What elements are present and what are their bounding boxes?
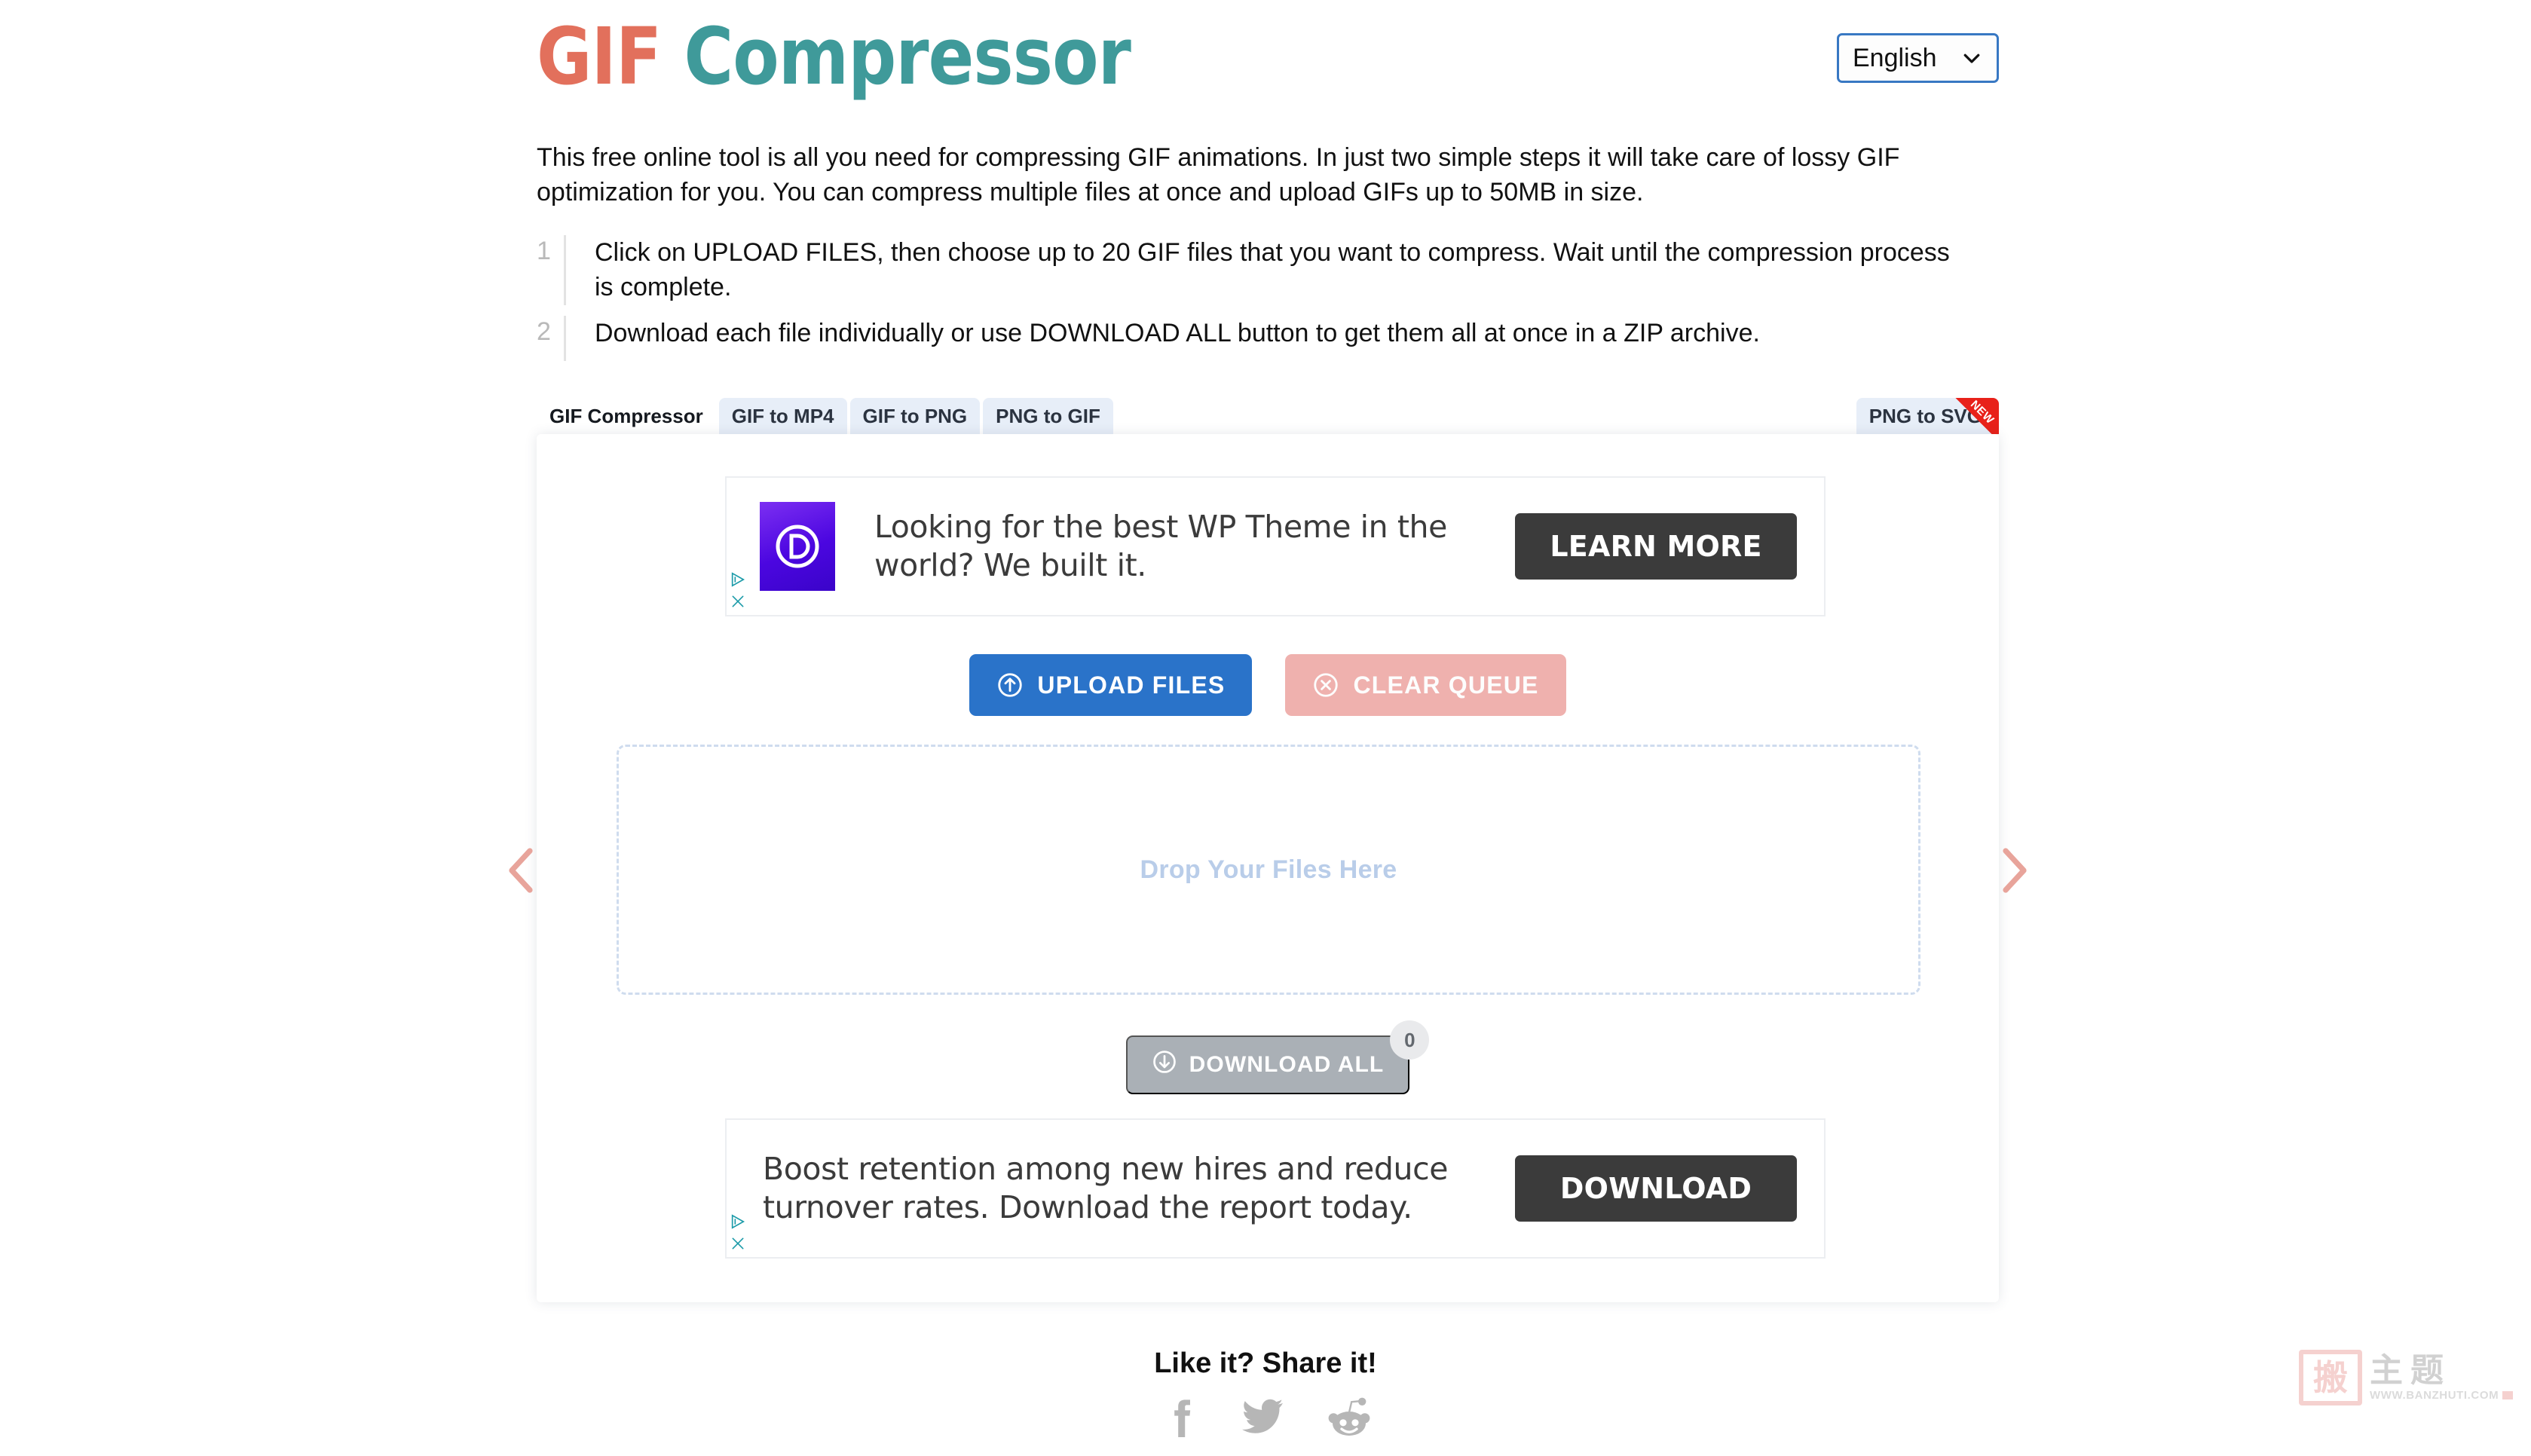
clear-queue-button[interactable]: CLEAR QUEUE	[1285, 654, 1566, 716]
steps-list: 1 Click on UPLOAD FILES, then choose up …	[537, 235, 1969, 372]
tab-group-left: GIF Compressor GIF to MP4 GIF to PNG PNG…	[537, 398, 1113, 434]
close-icon[interactable]	[730, 1236, 745, 1251]
adchoices-controls	[730, 571, 746, 609]
ad-cta-button[interactable]: DOWNLOAD	[1515, 1155, 1797, 1222]
x-circle-icon	[1312, 671, 1339, 699]
adchoices-triangle-icon[interactable]	[730, 571, 746, 588]
chevron-down-icon	[1960, 47, 1983, 69]
ad-headline: Boost retention among new hires and redu…	[763, 1150, 1449, 1225]
share-title: Like it? Share it!	[1154, 1347, 1377, 1379]
download-all-button[interactable]: DOWNLOAD ALL 0	[1125, 1020, 1430, 1094]
reddit-icon[interactable]	[1328, 1396, 1370, 1439]
tab-gif-compressor[interactable]: GIF Compressor	[537, 398, 716, 434]
step-number: 1	[537, 237, 551, 265]
download-all-row: DOWNLOAD ALL 0	[537, 1020, 1999, 1094]
chevron-right-icon	[1994, 843, 2036, 898]
tab-gif-to-mp4[interactable]: GIF to MP4	[718, 398, 847, 434]
carousel-prev-button[interactable]	[487, 837, 555, 904]
advertisement-bottom[interactable]: Boost retention among new hires and redu…	[725, 1118, 1826, 1259]
watermark-url-text: WWW.BANZHUTI.COM	[2370, 1388, 2499, 1402]
watermark-square-icon	[2502, 1390, 2514, 1399]
adchoices-controls	[730, 1213, 746, 1251]
list-item: 1 Click on UPLOAD FILES, then choose up …	[537, 235, 1969, 305]
ad-headline: Looking for the best WP Theme in the wor…	[874, 508, 1447, 583]
logo-gif-text: GIF	[537, 11, 662, 102]
action-button-row: UPLOAD FILES CLEAR QUEUE	[537, 654, 1999, 716]
tab-bar: GIF Compressor GIF to MP4 GIF to PNG PNG…	[537, 398, 1999, 434]
tab-png-to-gif[interactable]: PNG to GIF	[983, 398, 1113, 434]
step-text: Click on UPLOAD FILES, then choose up to…	[595, 238, 1950, 301]
step-divider	[564, 235, 566, 305]
download-all-label: DOWNLOAD ALL	[1189, 1052, 1385, 1077]
close-icon[interactable]	[730, 594, 745, 609]
language-selector[interactable]: English	[1837, 33, 1999, 83]
watermark-seal: 搬	[2299, 1350, 2362, 1406]
tab-png-to-svg[interactable]: PNG to SVG NEW	[1856, 398, 1999, 434]
file-dropzone[interactable]: Drop Your Files Here	[617, 745, 1920, 995]
download-all-count-badge: 0	[1390, 1020, 1430, 1060]
step-divider	[564, 315, 566, 361]
chevron-left-icon	[500, 843, 542, 898]
watermark-chinese-text: 主题	[2370, 1350, 2451, 1390]
advertisement-top[interactable]: Looking for the best WP Theme in the wor…	[725, 476, 1826, 616]
share-icon-row	[0, 1396, 2531, 1439]
facebook-icon[interactable]	[1161, 1396, 1198, 1439]
site-header: GIF Compressor English	[537, 14, 1999, 112]
tab-group-right: PNG to SVG NEW	[1856, 398, 1999, 434]
watermark-text-group: 主题 WWW.BANZHUTI.COM	[2370, 1350, 2514, 1402]
language-selected-label: English	[1853, 43, 1937, 72]
upload-files-label: UPLOAD FILES	[1037, 671, 1226, 699]
watermark-url: WWW.BANZHUTI.COM	[2370, 1388, 2514, 1402]
share-section: Like it? Share it!	[0, 1347, 2531, 1439]
twitter-icon[interactable]	[1242, 1398, 1284, 1437]
step-number: 2	[537, 317, 551, 346]
intro-paragraph: This free online tool is all you need fo…	[537, 143, 1900, 206]
adchoices-triangle-icon[interactable]	[730, 1213, 746, 1230]
dropzone-label: Drop Your Files Here	[1140, 855, 1397, 884]
arrow-down-circle-icon	[1152, 1049, 1177, 1081]
site-watermark: 搬 主题 WWW.BANZHUTI.COM	[2299, 1343, 2517, 1412]
page-root: GIF Compressor English This free online …	[0, 0, 2531, 1456]
site-logo: GIF Compressor	[537, 14, 1131, 99]
main-tool-card: Looking for the best WP Theme in the wor…	[509, 434, 2027, 1302]
list-item: 2 Download each file individually or use…	[537, 315, 1969, 361]
carousel-next-button[interactable]	[1981, 837, 2049, 904]
divi-logo-icon	[760, 502, 835, 591]
logo-compressor-text: Compressor	[661, 11, 1131, 102]
step-text: Download each file individually or use D…	[595, 318, 1760, 347]
arrow-up-circle-icon	[996, 671, 1024, 699]
upload-files-button[interactable]: UPLOAD FILES	[969, 654, 1253, 716]
ad-cta-button[interactable]: LEARN MORE	[1515, 513, 1797, 580]
tab-gif-to-png[interactable]: GIF to PNG	[849, 398, 981, 434]
clear-queue-label: CLEAR QUEUE	[1353, 671, 1539, 699]
